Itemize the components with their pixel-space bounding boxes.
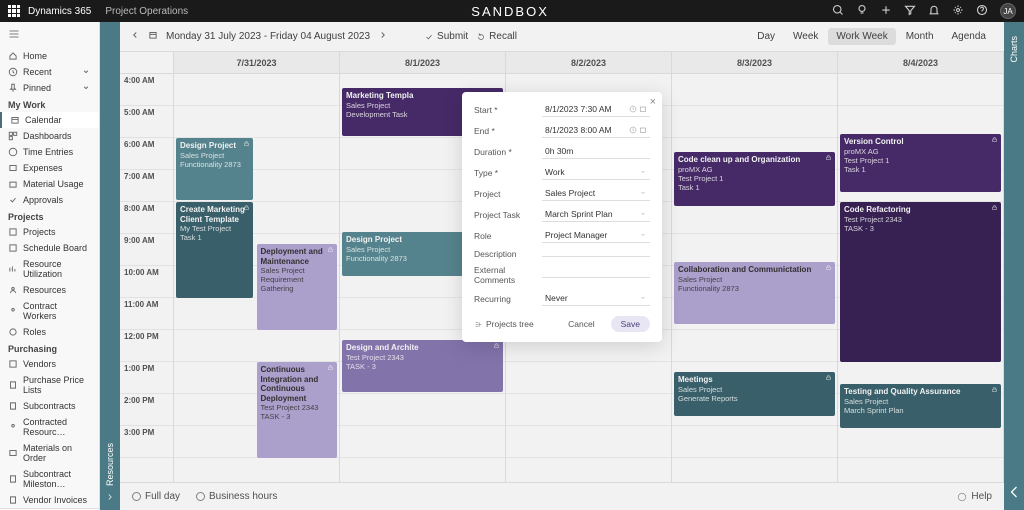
- environment-brand: SANDBOX: [188, 4, 832, 19]
- resources-rail[interactable]: Resources: [100, 22, 120, 510]
- lightbulb-icon[interactable]: [856, 4, 868, 19]
- recurring-select[interactable]: Never: [542, 291, 650, 306]
- nav-projects[interactable]: Projects: [0, 224, 99, 240]
- time-entry-modal: × Start *8/1/2023 7:30 AM End *8/1/2023 …: [462, 92, 662, 342]
- nav-contract-workers[interactable]: Contract Workers: [0, 298, 99, 324]
- nav-section-mywork: My Work: [0, 96, 99, 112]
- chevron-down-icon: [639, 168, 647, 176]
- nav-subcontracts[interactable]: Subcontracts: [0, 398, 99, 414]
- clock-icon: [629, 126, 637, 134]
- search-icon[interactable]: [832, 4, 844, 19]
- chevron-down-icon: [639, 294, 647, 302]
- project-select[interactable]: Sales Project: [542, 186, 650, 201]
- nav-home[interactable]: Home: [0, 48, 99, 64]
- nav-vendors[interactable]: Vendors: [0, 356, 99, 372]
- cancel-button[interactable]: Cancel: [558, 316, 604, 332]
- nav-roles[interactable]: Roles: [0, 324, 99, 340]
- app-subtitle: Project Operations: [105, 6, 188, 17]
- nav-section-purchasing: Purchasing: [0, 340, 99, 356]
- modal-backdrop: × Start *8/1/2023 7:30 AM End *8/1/2023 …: [120, 22, 1004, 510]
- close-icon[interactable]: ×: [650, 96, 656, 108]
- nav-schedule-board[interactable]: Schedule Board: [0, 240, 99, 256]
- nav-material-usage[interactable]: Material Usage: [0, 176, 99, 192]
- plus-icon[interactable]: [880, 4, 892, 19]
- nav-section-projects: Projects: [0, 208, 99, 224]
- description-input[interactable]: [542, 252, 650, 257]
- calendar-icon: [639, 105, 647, 113]
- nav-recent[interactable]: Recent: [0, 64, 99, 80]
- nav-resource-util[interactable]: Resource Utilization: [0, 256, 99, 282]
- app-launcher-icon[interactable]: [8, 5, 20, 17]
- nav-expenses[interactable]: Expenses: [0, 160, 99, 176]
- nav-time-entries[interactable]: Time Entries: [0, 144, 99, 160]
- charts-rail[interactable]: Charts: [1004, 22, 1024, 510]
- filter-icon[interactable]: [904, 4, 916, 19]
- chevron-down-icon: [639, 231, 647, 239]
- hamburger-icon[interactable]: [0, 22, 99, 48]
- user-avatar[interactable]: JA: [1000, 3, 1016, 19]
- nav-vendor-invoices[interactable]: Vendor Invoices: [0, 492, 99, 508]
- task-select[interactable]: March Sprint Plan: [542, 207, 650, 222]
- nav-dashboards[interactable]: Dashboards: [0, 128, 99, 144]
- chevron-left-icon: [1004, 482, 1024, 502]
- nav-approvals[interactable]: Approvals: [0, 192, 99, 208]
- nav-contracted-res[interactable]: Contracted Resourc…: [0, 414, 99, 440]
- chevron-down-icon: [639, 189, 647, 197]
- app-title: Dynamics 365: [28, 6, 91, 17]
- gear-icon[interactable]: [952, 4, 964, 19]
- end-input[interactable]: 8/1/2023 8:00 AM: [542, 123, 650, 138]
- duration-input[interactable]: 0h 30m: [542, 144, 650, 159]
- nav-pinned[interactable]: Pinned: [0, 80, 99, 96]
- top-bar: Dynamics 365 Project Operations SANDBOX …: [0, 0, 1024, 22]
- external-comments-input[interactable]: [542, 273, 650, 278]
- bell-icon[interactable]: [928, 4, 940, 19]
- clock-icon: [629, 105, 637, 113]
- role-select[interactable]: Project Manager: [542, 228, 650, 243]
- chevron-down-icon: [639, 210, 647, 218]
- help-icon[interactable]: [976, 4, 988, 19]
- nav-resources[interactable]: Resources: [0, 282, 99, 298]
- type-select[interactable]: Work: [542, 165, 650, 180]
- start-input[interactable]: 8/1/2023 7:30 AM: [542, 102, 650, 117]
- chevron-right-icon: [105, 492, 115, 502]
- calendar-icon: [639, 126, 647, 134]
- left-nav: Home Recent Pinned My Work Calendar Dash…: [0, 22, 100, 510]
- nav-price-lists[interactable]: Purchase Price Lists: [0, 372, 99, 398]
- projects-tree-button[interactable]: Projects tree: [474, 319, 534, 329]
- nav-materials-order[interactable]: Materials on Order: [0, 440, 99, 466]
- nav-calendar[interactable]: Calendar: [0, 112, 99, 128]
- save-button[interactable]: Save: [611, 316, 650, 332]
- nav-subcontract-miles[interactable]: Subcontract Mileston…: [0, 466, 99, 492]
